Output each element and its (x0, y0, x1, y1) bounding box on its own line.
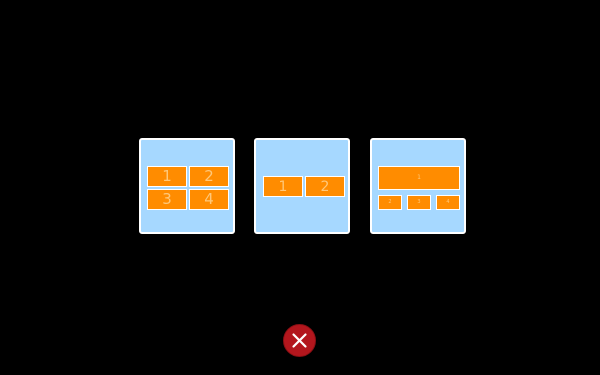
layout-pane-main: 1 (378, 166, 460, 190)
layout-pane-small: 4 (436, 195, 460, 210)
layout-pane: 4 (189, 189, 229, 210)
layout-pane: 1 (263, 176, 303, 197)
close-button[interactable] (283, 324, 316, 357)
layout-pane: 2 (305, 176, 345, 197)
layout-option-split[interactable]: 1 2 (254, 138, 350, 234)
layout-pane: 2 (189, 166, 229, 187)
layout-option-main-plus-three[interactable]: 1 2 3 4 (370, 138, 466, 234)
layout-pane-small: 2 (378, 195, 402, 210)
layout-selector-screen: 1 2 3 4 1 2 1 2 3 4 (0, 0, 600, 375)
layout-pane: 1 (147, 166, 187, 187)
layout-pane-small: 3 (407, 195, 431, 210)
layout-option-quad[interactable]: 1 2 3 4 (139, 138, 235, 234)
close-icon (292, 333, 307, 348)
layout-pane: 3 (147, 189, 187, 210)
